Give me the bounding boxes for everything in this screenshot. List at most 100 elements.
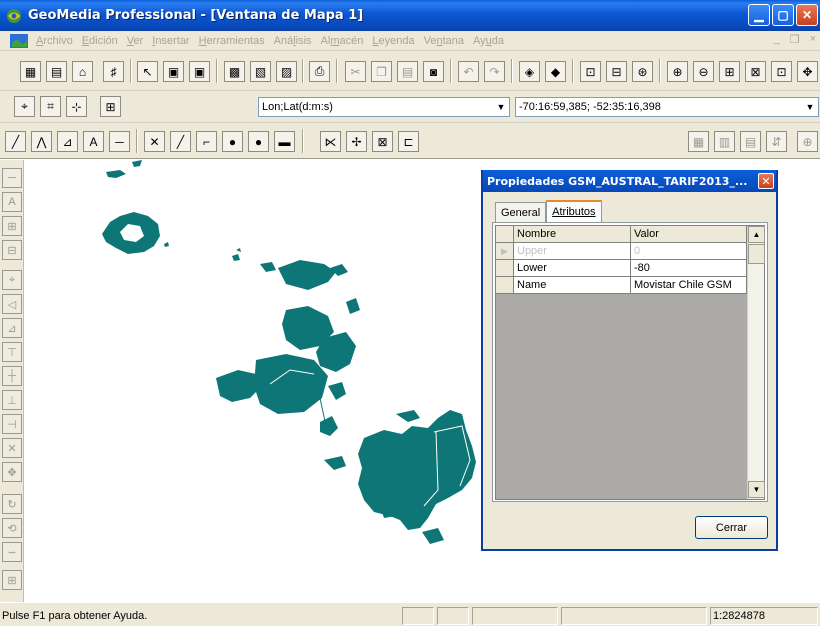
coordinate-system-button[interactable]: ⊹ bbox=[66, 96, 87, 117]
close-window-button[interactable]: ✕ bbox=[796, 4, 818, 26]
snap-button[interactable]: ⋉ bbox=[320, 131, 341, 152]
attribute-name-cell[interactable]: Lower bbox=[514, 260, 631, 277]
arc-button[interactable]: ⌐ bbox=[196, 131, 217, 152]
insert-polyline-button[interactable]: ⋀ bbox=[31, 131, 52, 152]
mdi-minimize-button[interactable]: _ bbox=[774, 33, 780, 46]
tab-general[interactable]: General bbox=[495, 202, 547, 222]
extend-button[interactable]: ╱ bbox=[170, 131, 191, 152]
insert-line-button[interactable]: ╱ bbox=[5, 131, 26, 152]
mdi-close-button[interactable]: × bbox=[810, 33, 816, 46]
redo-button[interactable]: ↷ bbox=[484, 61, 505, 82]
grid-vertical-scrollbar[interactable]: ▲ ▼ bbox=[747, 226, 765, 499]
row-selector[interactable] bbox=[496, 260, 514, 277]
table-row[interactable]: Lower -80 bbox=[496, 260, 747, 277]
map-window-icon[interactable] bbox=[10, 33, 28, 48]
table-columns-button[interactable]: ▥ bbox=[714, 131, 735, 152]
minimize-button[interactable]: ▁ bbox=[748, 4, 770, 26]
vertex-button[interactable]: ● bbox=[248, 131, 269, 152]
row-selector[interactable] bbox=[496, 277, 514, 294]
bar-button[interactable]: ▬ bbox=[274, 131, 295, 152]
left-tool-15-button[interactable]: ⟲ bbox=[2, 518, 22, 538]
menu-analisis[interactable]: Análisis bbox=[274, 35, 312, 47]
column-header-valor[interactable]: Valor bbox=[631, 226, 747, 243]
left-tool-2-button[interactable]: A bbox=[2, 192, 22, 212]
left-tool-10-button[interactable]: ⊥ bbox=[2, 390, 22, 410]
scroll-down-button[interactable]: ▼ bbox=[748, 481, 765, 498]
attribute-value-cell[interactable]: Movistar Chile GSM bbox=[631, 277, 747, 294]
menu-almacen[interactable]: Almacén bbox=[321, 35, 364, 47]
copy-button[interactable]: ❐ bbox=[371, 61, 392, 82]
hotspot-button[interactable]: ⊛ bbox=[632, 61, 653, 82]
dialog-close-x-button[interactable]: ✕ bbox=[758, 173, 774, 189]
left-tool-8-button[interactable]: ⊤ bbox=[2, 342, 22, 362]
cut-button[interactable]: ✂ bbox=[345, 61, 366, 82]
attribute-value-cell[interactable]: -80 bbox=[631, 260, 747, 277]
connect-button[interactable]: ♯ bbox=[103, 61, 124, 82]
left-tool-3-button[interactable]: ⊞ bbox=[2, 216, 22, 236]
left-tool-7-button[interactable]: ⊿ bbox=[2, 318, 22, 338]
attributes-button[interactable]: ⊟ bbox=[606, 61, 627, 82]
open-geoworkspace-button[interactable]: ▤ bbox=[46, 61, 67, 82]
left-tool-6-button[interactable]: ◁ bbox=[2, 294, 22, 314]
menu-insertar[interactable]: Insertar bbox=[152, 35, 189, 47]
undo-button[interactable]: ↶ bbox=[458, 61, 479, 82]
data-window-button[interactable]: ▧ bbox=[250, 61, 271, 82]
properties-button[interactable]: ⊡ bbox=[580, 61, 601, 82]
table-extra-button[interactable]: ⊕ bbox=[797, 131, 818, 152]
left-tool-16-button[interactable]: ∽ bbox=[2, 542, 22, 562]
camera-button[interactable]: ◙ bbox=[423, 61, 444, 82]
menu-leyenda[interactable]: Leyenda bbox=[372, 35, 414, 47]
left-tool-9-button[interactable]: ┼ bbox=[2, 366, 22, 386]
menu-ver[interactable]: Ver bbox=[127, 35, 144, 47]
point-button[interactable]: ● bbox=[222, 131, 243, 152]
maximize-button[interactable]: ▢ bbox=[772, 4, 794, 26]
left-tool-17-button[interactable]: ⊞ bbox=[2, 570, 22, 590]
zoom-out-button[interactable]: ⊖ bbox=[693, 61, 714, 82]
coordinate-position-select[interactable]: -70:16:59,385; -52:35:16,398 ▼ bbox=[515, 97, 819, 117]
chevron-down-icon[interactable]: ▼ bbox=[802, 98, 818, 116]
fit-all-button[interactable]: ⊞ bbox=[719, 61, 740, 82]
column-header-nombre[interactable]: Nombre bbox=[514, 226, 631, 243]
insert-text-button[interactable]: A bbox=[83, 131, 104, 152]
insert-area-button[interactable]: ⊿ bbox=[57, 131, 78, 152]
scroll-thumb[interactable] bbox=[748, 244, 765, 264]
left-tool-14-button[interactable]: ↻ bbox=[2, 494, 22, 514]
map-window-button[interactable]: ▩ bbox=[224, 61, 245, 82]
menu-ayuda[interactable]: Ayuda bbox=[473, 35, 504, 47]
left-tool-4-button[interactable]: ⊟ bbox=[2, 240, 22, 260]
left-tool-13-button[interactable]: ✥ bbox=[2, 462, 22, 482]
warehouse-button[interactable]: ⌂ bbox=[72, 61, 93, 82]
tab-atributos[interactable]: Atributos bbox=[546, 200, 602, 222]
table-row[interactable]: ▶ Upper 0 bbox=[496, 243, 747, 260]
menu-edicion[interactable]: Edición bbox=[82, 35, 118, 47]
select-set-options-button[interactable]: ▣ bbox=[189, 61, 210, 82]
mdi-restore-button[interactable]: ❐ bbox=[790, 33, 800, 46]
legend-button[interactable]: ◆ bbox=[545, 61, 566, 82]
select-set-button[interactable]: ▣ bbox=[163, 61, 184, 82]
table-row[interactable]: Name Movistar Chile GSM bbox=[496, 277, 747, 294]
style-button[interactable]: ◈ bbox=[519, 61, 540, 82]
geomedia-app-icon[interactable] bbox=[5, 7, 23, 25]
snap-style-button[interactable]: ⊏ bbox=[398, 131, 419, 152]
fit-selected-button[interactable]: ⊠ bbox=[745, 61, 766, 82]
attribute-value-cell[interactable]: 0 bbox=[631, 243, 747, 260]
precision-coordinates-button[interactable]: ⌖ bbox=[14, 96, 35, 117]
left-tool-1-button[interactable]: ─ bbox=[2, 168, 22, 188]
chevron-down-icon[interactable]: ▼ bbox=[493, 98, 509, 116]
layout-window-button[interactable]: ▨ bbox=[276, 61, 297, 82]
cerrar-button[interactable]: Cerrar bbox=[695, 516, 768, 539]
menu-archivo[interactable]: Archivo bbox=[36, 35, 73, 47]
snap-vertex-button[interactable]: ✢ bbox=[346, 131, 367, 152]
fit-view-button[interactable]: ⊡ bbox=[771, 61, 792, 82]
split-button[interactable]: ✕ bbox=[144, 131, 165, 152]
print-button[interactable]: ⎙ bbox=[309, 61, 330, 82]
left-tool-12-button[interactable]: ✕ bbox=[2, 438, 22, 458]
coordinate-format-select[interactable]: Lon;Lat(d:m:s) ▼ bbox=[258, 97, 510, 117]
scroll-up-button[interactable]: ▲ bbox=[748, 226, 765, 243]
left-tool-11-button[interactable]: ⊣ bbox=[2, 414, 22, 434]
pan-button[interactable]: ✥ bbox=[797, 61, 818, 82]
dialog-title-bar[interactable]: Propiedades GSM_AUSTRAL_TARIF2013_... ✕ bbox=[483, 170, 776, 192]
insert-interactive-button[interactable]: ─ bbox=[109, 131, 130, 152]
table-view-button[interactable]: ▦ bbox=[688, 131, 709, 152]
attribute-name-cell[interactable]: Upper bbox=[514, 243, 631, 260]
